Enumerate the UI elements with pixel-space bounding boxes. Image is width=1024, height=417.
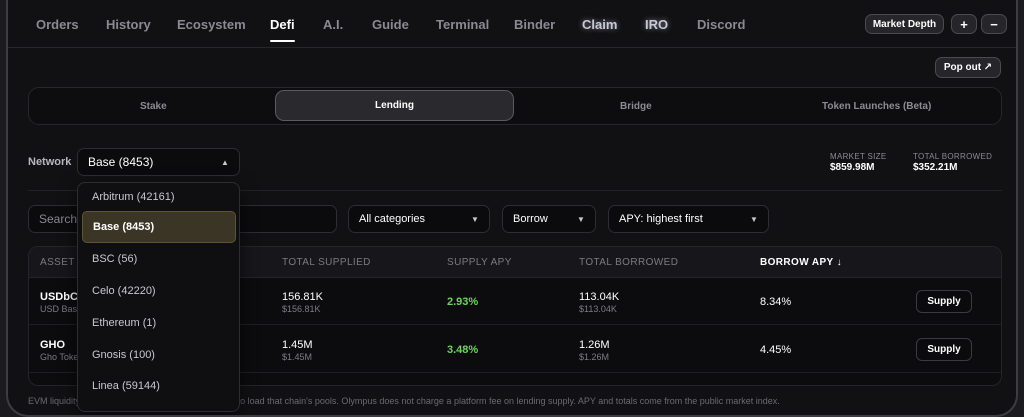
sort-value: APY: highest first xyxy=(619,213,703,225)
tab-iro[interactable]: IRO xyxy=(645,17,668,32)
segment-lending[interactable]: Lending xyxy=(275,90,514,121)
tab-orders[interactable]: Orders xyxy=(36,17,79,32)
tab-ai[interactable]: A.I. xyxy=(323,17,343,32)
tab-discord[interactable]: Discord xyxy=(697,17,745,32)
segment-token-launches[interactable]: Token Launches (Beta) xyxy=(822,101,931,112)
tab-ecosystem[interactable]: Ecosystem xyxy=(177,17,246,32)
tab-defi[interactable]: Defi xyxy=(270,17,295,32)
segment-stake[interactable]: Stake xyxy=(140,101,167,112)
caret-up-icon: ▲ xyxy=(221,158,229,167)
supply-button[interactable]: Supply xyxy=(916,290,972,313)
segment-bridge[interactable]: Bridge xyxy=(620,101,652,112)
network-label: Network xyxy=(28,156,72,168)
total-borrowed-value: $352.21M xyxy=(913,162,958,173)
total-supplied: 1.45M xyxy=(282,339,313,351)
network-option-base[interactable]: Base (8453) xyxy=(82,211,236,243)
market-depth-button[interactable]: Market Depth xyxy=(865,14,944,34)
total-supplied: 156.81K xyxy=(282,291,323,303)
tab-claim[interactable]: Claim xyxy=(582,17,617,32)
top-nav: Orders History Ecosystem Defi A.I. Guide… xyxy=(8,0,1016,48)
header-asset[interactable]: ASSET xyxy=(40,257,75,268)
total-borrowed-label: TOTAL BORROWED xyxy=(913,152,993,161)
supply-button[interactable]: Supply xyxy=(916,338,972,361)
caret-down-icon: ▼ xyxy=(750,215,758,224)
total-borrowed-usd: $113.04K xyxy=(579,304,617,314)
network-option-bsc[interactable]: BSC (56) xyxy=(82,243,236,275)
header-total-supplied[interactable]: TOTAL SUPPLIED xyxy=(282,257,371,268)
network-option-ethereum[interactable]: Ethereum (1) xyxy=(82,307,236,339)
caret-down-icon: ▼ xyxy=(577,215,585,224)
total-supplied-usd: $1.45M xyxy=(282,352,313,362)
supply-apy: 2.93% xyxy=(447,296,479,308)
tab-terminal[interactable]: Terminal xyxy=(436,17,489,32)
category-value: All categories xyxy=(359,213,426,225)
tab-history[interactable]: History xyxy=(106,17,151,32)
borrow-apy: 4.45% xyxy=(760,344,792,356)
total-borrowed-usd: $1.26M xyxy=(579,352,610,362)
asset-symbol: GHO xyxy=(40,339,66,351)
network-option-linea[interactable]: Linea (59144) xyxy=(82,370,236,402)
network-option-arbitrum[interactable]: Arbitrum (42161) xyxy=(82,183,236,213)
mode-value: Borrow xyxy=(513,213,548,225)
header-total-borrowed[interactable]: TOTAL BORROWED xyxy=(579,257,678,268)
borrow-apy: 8.34% xyxy=(760,296,792,308)
supply-apy: 3.48% xyxy=(447,344,479,356)
network-dropdown: Arbitrum (42161) Base (8453) BSC (56) Ce… xyxy=(77,182,240,412)
zoom-in-button[interactable]: + xyxy=(951,14,977,34)
defi-segment-control: Stake Lending Bridge Token Launches (Bet… xyxy=(28,87,1002,125)
mode-select[interactable]: Borrow ▼ xyxy=(502,205,596,233)
network-selected-value: Base (8453) xyxy=(88,155,154,169)
market-size-label: MARKET SIZE xyxy=(830,152,887,161)
asset-symbol: USDbC xyxy=(40,291,78,303)
search-placeholder: Search xyxy=(39,212,78,226)
tab-guide[interactable]: Guide xyxy=(372,17,409,32)
sort-select[interactable]: APY: highest first ▼ xyxy=(608,205,769,233)
total-supplied-usd: $156.81K xyxy=(282,304,321,314)
category-select[interactable]: All categories ▼ xyxy=(348,205,490,233)
app-frame: Orders History Ecosystem Defi A.I. Guide… xyxy=(6,0,1018,417)
network-option-celo[interactable]: Celo (42220) xyxy=(82,275,236,307)
total-borrowed: 1.26M xyxy=(579,339,610,351)
tab-binder[interactable]: Binder xyxy=(514,17,555,32)
header-supply-apy[interactable]: SUPPLY APY xyxy=(447,257,512,268)
market-size-value: $859.98M xyxy=(830,162,875,173)
pop-out-button[interactable]: Pop out ↗ xyxy=(935,57,1001,78)
zoom-out-button[interactable]: − xyxy=(981,14,1007,34)
network-option-gnosis[interactable]: Gnosis (100) xyxy=(82,339,236,371)
total-borrowed: 113.04K xyxy=(579,291,620,303)
active-tab-indicator xyxy=(270,40,295,42)
network-select[interactable]: Base (8453) ▲ xyxy=(77,148,240,176)
header-borrow-apy[interactable]: BORROW APY ↓ xyxy=(760,257,842,268)
caret-down-icon: ▼ xyxy=(471,215,479,224)
